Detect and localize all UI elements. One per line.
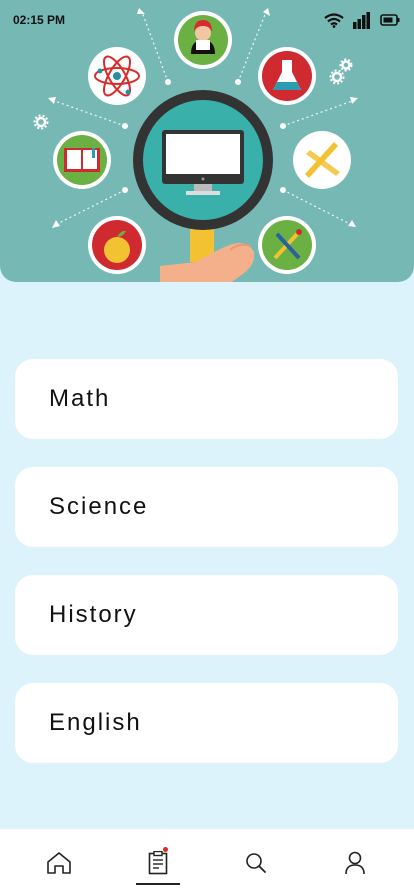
document-icon (148, 850, 168, 874)
education-illustration (33, 8, 358, 282)
subject-card-math[interactable]: Math (15, 359, 398, 439)
status-icons (324, 11, 400, 29)
subject-label: History (49, 601, 138, 628)
nav-profile[interactable] (325, 833, 385, 893)
search-icon (246, 852, 267, 873)
wifi-icon (324, 12, 344, 28)
subject-label: Math (49, 385, 111, 412)
battery-icon (380, 14, 400, 26)
book-icon (53, 131, 111, 189)
subject-card-history[interactable]: History (15, 575, 398, 655)
subject-list: Math Science History English (15, 359, 398, 763)
subject-card-english[interactable]: English (15, 683, 398, 763)
nav-home[interactable] (29, 833, 89, 893)
subject-label: English (49, 709, 142, 736)
notification-dot (162, 846, 168, 852)
status-bar: 02:15 PM (0, 0, 414, 40)
apple-icon (88, 216, 146, 274)
ruler-icon (293, 131, 351, 189)
signal-icon (353, 11, 370, 29)
subject-card-science[interactable]: Science (15, 467, 398, 547)
bottom-navigation (0, 829, 414, 896)
nav-search[interactable] (226, 833, 286, 893)
nav-documents[interactable] (128, 833, 188, 893)
profile-icon (344, 851, 365, 874)
home-icon (47, 851, 72, 874)
paint-brush-icon (258, 216, 316, 274)
subject-label: Science (49, 493, 149, 520)
flask-icon (258, 47, 316, 105)
status-time: 02:15 PM (13, 13, 66, 27)
atom-icon (88, 47, 146, 105)
magnifier-illustration (133, 90, 273, 282)
hero-banner: 02:15 PM (0, 0, 414, 282)
